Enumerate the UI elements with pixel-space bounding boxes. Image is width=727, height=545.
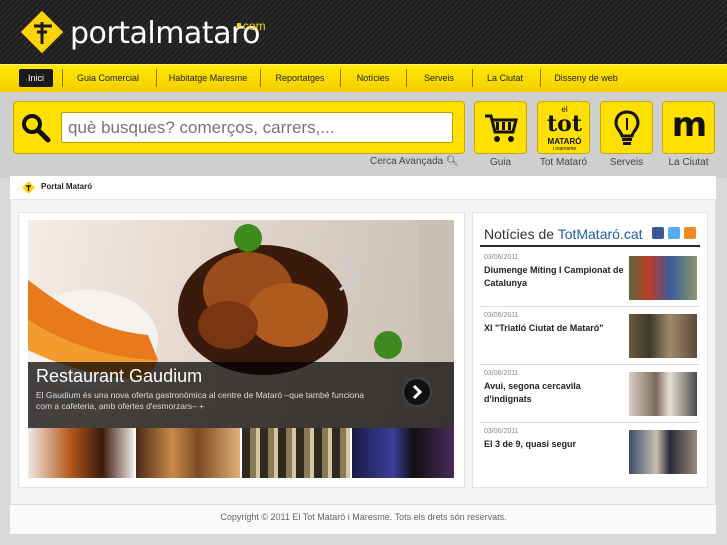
footer-copyright: Copyright © 2011 El Tot Mataró i Maresme…	[220, 512, 507, 522]
tot-mataro-logo-sub: MATARÓ	[547, 137, 582, 146]
tile-label-la-ciutat[interactable]: La Ciutat	[662, 157, 715, 168]
la-ciutat-tile[interactable]: m	[662, 101, 715, 154]
serveis-tile[interactable]	[600, 101, 653, 154]
featured-description: El Gaudium és una nova oferta gastronòmi…	[36, 390, 364, 411]
news-thumb[interactable]	[629, 430, 697, 474]
breadcrumb-current[interactable]: Portal Mataró	[41, 182, 92, 191]
nav-divider	[260, 69, 261, 87]
search-small-icon: 🔍︎	[445, 156, 459, 167]
cart-icon	[485, 114, 518, 142]
slider-thumb-3[interactable]	[242, 428, 350, 478]
advanced-search-link[interactable]: Cerca Avançada 🔍︎	[370, 156, 459, 167]
nav-item-disseny-de-web[interactable]: Disseny de web	[548, 69, 624, 87]
featured-title[interactable]: Restaurant Gaudium	[36, 366, 202, 387]
nav-item-guia-comercial[interactable]: Guia Comercial	[70, 69, 146, 87]
nav-item-reportatges[interactable]: Reportatges	[268, 69, 332, 87]
slider-thumb-2[interactable]	[136, 428, 240, 478]
logo-suffix: com	[237, 19, 269, 33]
slider-thumb-4[interactable]	[352, 428, 454, 478]
news-date: 03/06/2011	[484, 254, 519, 261]
nav-item-habitatge-maresme[interactable]: Habitatge Maresme	[163, 69, 253, 87]
nav-divider	[340, 69, 341, 87]
tot-mataro-logo-tiny: i maresme	[552, 146, 577, 152]
guia-tile[interactable]	[474, 101, 527, 154]
nav-item-noticies[interactable]: Notícies	[348, 69, 398, 87]
news-date: 03/06/2011	[484, 312, 519, 319]
home-logo-icon[interactable]	[22, 181, 35, 194]
news-heading-rule	[480, 245, 700, 247]
news-date: 03/06/2011	[484, 428, 519, 435]
nav-item-serveis[interactable]: Serveis	[414, 69, 464, 87]
tot-mataro-logo: tot	[547, 111, 582, 137]
search-input[interactable]	[61, 112, 453, 143]
nav-divider	[156, 69, 157, 87]
m-logo-icon: m	[671, 105, 708, 145]
facebook-icon[interactable]	[652, 227, 664, 239]
lightbulb-icon	[614, 110, 640, 145]
nav-item-la-ciutat[interactable]: La Ciutat	[480, 69, 530, 87]
news-divider	[480, 306, 700, 307]
news-headline[interactable]: Avui, segona cercavila d'indignats	[484, 380, 624, 406]
news-divider	[480, 422, 700, 423]
news-headline[interactable]: El 3 de 9, quasi segur	[484, 438, 624, 451]
nav-divider	[62, 69, 63, 87]
news-headline[interactable]: Diumenge Míting I Campionat de Catalunya	[484, 264, 624, 290]
tile-label-guia[interactable]: Guia	[474, 157, 527, 168]
tile-label-tot-mataro[interactable]: Tot Mataró	[537, 157, 590, 168]
chevron-right-icon	[412, 384, 423, 400]
slider-next-button[interactable]	[402, 377, 432, 407]
news-heading[interactable]: Notícies de TotMataró.cat	[484, 226, 643, 242]
portalmataro-logo-icon[interactable]	[20, 10, 64, 54]
news-divider	[480, 364, 700, 365]
news-thumb[interactable]	[629, 372, 697, 416]
tot-mataro-tile[interactable]: el tot MATARÓ i maresme	[537, 101, 590, 154]
news-thumb[interactable]	[629, 256, 697, 300]
news-headline[interactable]: XI "Triatló Ciutat de Mataró"	[484, 322, 624, 335]
slider-thumb-1[interactable]	[28, 428, 134, 478]
news-date: 03/06/2011	[484, 370, 519, 377]
nav-divider	[406, 69, 407, 87]
logo-text[interactable]: portalmataro	[70, 16, 261, 51]
news-thumb[interactable]	[629, 314, 697, 358]
rss-icon[interactable]	[684, 227, 696, 239]
tile-label-serveis[interactable]: Serveis	[600, 157, 653, 168]
search-icon[interactable]	[20, 112, 52, 144]
nav-divider	[472, 69, 473, 87]
nav-item-inici[interactable]: Inici	[19, 69, 53, 87]
nav-divider	[540, 69, 541, 87]
breadcrumb	[10, 176, 716, 200]
twitter-icon[interactable]	[668, 227, 680, 239]
